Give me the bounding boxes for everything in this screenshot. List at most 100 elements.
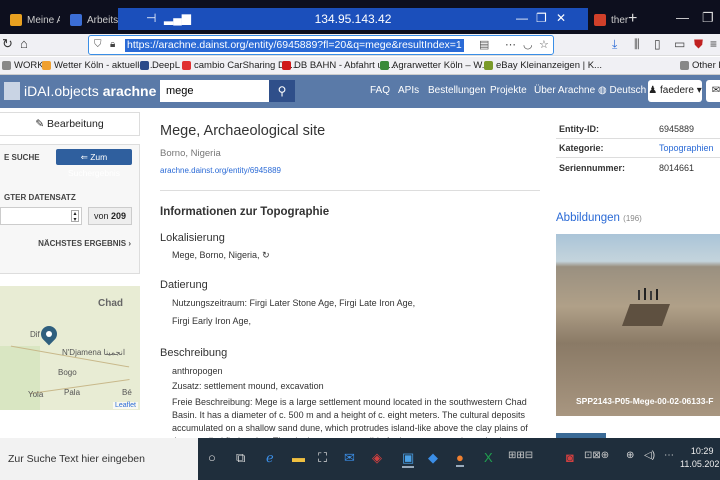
bookmark-ebay[interactable]: eBay Kleinanzeigen | K... — [484, 60, 602, 71]
tab-favicon-icon — [594, 14, 606, 26]
nav-apis[interactable]: APIs — [398, 85, 419, 96]
explorer-icon[interactable]: ▬ — [292, 450, 305, 465]
app-icon[interactable]: ◈ — [372, 450, 382, 466]
minimize-window-icon[interactable]: — — [676, 10, 689, 25]
tray-icons[interactable]: ⊞⊞⊟ — [508, 450, 533, 461]
nav-projekte[interactable]: Projekte — [490, 85, 527, 96]
folder-icon — [680, 61, 689, 70]
site-search-input[interactable] — [160, 80, 269, 102]
pocket-icon[interactable]: ◡ — [523, 38, 533, 51]
site-logo[interactable]: iDAI.objects arachne — [4, 82, 156, 100]
location-subtitle: Borno, Nigeria — [160, 148, 221, 159]
bookmark-agrarwetter[interactable]: Agrarwetter Köln – W... — [380, 60, 490, 71]
address-bar[interactable]: ⛉ 🔒︎ https://arachne.dainst.org/entity/6… — [88, 35, 554, 55]
lokalisierung-value: Mege, Borno, Nigeria, ↻ — [172, 250, 270, 260]
globe-icon: ◍ — [598, 85, 610, 96]
browser-nav-bar: ↻ ⌂ ⛉ 🔒︎ https://arachne.dainst.org/enti… — [0, 34, 720, 56]
cortana-icon[interactable]: ○ — [208, 450, 216, 465]
task-view-icon[interactable]: ⧉ — [236, 450, 245, 466]
taskbar-search-input[interactable]: Zur Suche Text hier eingeben — [0, 438, 198, 480]
bookmark-db-bahn[interactable]: DB BAHN - Abfahrt un... — [282, 60, 396, 71]
reload-icon[interactable]: ↻ — [2, 36, 13, 52]
map-marker-icon[interactable] — [37, 322, 61, 346]
remote-desktop-icon[interactable]: ▣ — [402, 450, 415, 468]
folder-icon — [2, 61, 11, 70]
library-icon[interactable]: ⫼ — [634, 37, 640, 52]
close-remote-icon[interactable]: ✕ — [556, 11, 566, 25]
external-link-icon[interactable]: ↻ — [262, 250, 270, 260]
left-sidebar: ✎ Bearbeitung E SUCHE ⇐ Zum Suchergebnis… — [0, 108, 140, 438]
restore-remote-icon[interactable]: ❐ — [536, 11, 547, 25]
browser-tab-strip: Meine A Arbeitsz ⊣ ▂▄▆ 134.95.143.42 — ❐… — [0, 0, 720, 34]
mail-app-icon[interactable]: ✉ — [344, 450, 355, 466]
deepl-icon — [140, 61, 149, 70]
nav-bestellungen[interactable]: Bestellungen — [428, 85, 486, 96]
naechstes-ergebnis-link[interactable]: NÄCHSTES ERGEBNIS › — [38, 239, 131, 248]
user-menu-button[interactable]: ♟ faedere ▾ — [648, 80, 702, 102]
extension-shield-icon[interactable]: ⛊ — [694, 37, 703, 52]
edge-icon[interactable]: ℯ — [266, 450, 274, 466]
maximize-window-icon[interactable]: ❐ — [702, 10, 714, 26]
nav-language[interactable]: ◍ Deutsch — [598, 85, 646, 96]
chevron-right-icon: › — [128, 239, 131, 248]
pencil-icon: ✎ — [35, 118, 48, 130]
result-total: von 209 — [88, 207, 132, 225]
suche-label: E SUCHE — [4, 153, 40, 162]
taskbar-clock[interactable]: 10:29 11.05.2021 — [680, 445, 720, 471]
nav-faq[interactable]: FAQ — [370, 85, 390, 96]
tray-icons[interactable]: ⊡⊠⊕ — [584, 450, 609, 461]
result-index-input[interactable]: ▴ ▾ — [0, 207, 82, 225]
bookmark-star-icon[interactable]: ☆ — [539, 38, 549, 51]
url-text[interactable]: https://arachne.dainst.org/entity/694588… — [125, 39, 464, 52]
entity-permalink[interactable]: arachne.dainst.org/entity/6945889 — [160, 166, 281, 175]
browser-tab-arbeitszeit[interactable]: Arbeitsz — [64, 8, 118, 32]
search-icon[interactable]: ⚲ — [269, 80, 295, 102]
download-icon[interactable]: ⤓ — [612, 37, 617, 52]
nav-ueber-arachne[interactable]: Über Arachne — [534, 85, 595, 96]
bearbeitung-button[interactable]: ✎ Bearbeitung — [0, 112, 140, 136]
kategorie-link[interactable]: Topographien — [659, 143, 714, 153]
map-attribution[interactable]: Leaflet — [112, 402, 138, 409]
mail-icon[interactable]: ✉ — [706, 80, 720, 102]
minimize-remote-icon[interactable]: — — [516, 11, 528, 25]
excel-icon[interactable]: X — [484, 450, 493, 465]
container-icon[interactable]: ▭ — [674, 37, 685, 51]
divider — [556, 138, 720, 139]
page-actions-icon[interactable]: ⋯ — [505, 38, 516, 51]
bookmark-deepl[interactable]: DeepL — [140, 60, 180, 71]
sidebar-icon[interactable]: ▯ — [654, 37, 661, 51]
firefox-icon[interactable]: ● — [456, 450, 464, 467]
reader-mode-icon[interactable]: ▤ — [479, 38, 489, 51]
zum-suchergebnis-button[interactable]: ⇐ Zum Suchergebnis — [56, 149, 132, 178]
location-map[interactable]: Chad Dif N'Djamena انجمينا Bogo Yola Pal… — [0, 286, 140, 410]
abbildungen-heading[interactable]: Abbildungen (196) — [556, 212, 642, 224]
language-icon[interactable]: ⋯ — [664, 450, 674, 461]
tray-app-icon[interactable]: ◙ — [566, 450, 574, 465]
menu-icon[interactable]: ≡ — [710, 37, 717, 51]
search-navigation-panel: E SUCHE ⇐ Zum Suchergebnis GTER DATENSAT… — [0, 144, 140, 274]
page-title: Mege, Archaeological site — [160, 123, 326, 139]
tab-favicon-icon — [10, 14, 22, 26]
browser-tab-meine[interactable]: Meine A — [4, 8, 60, 32]
datierung-value-1: Nutzungszeitraum: Firgi Later Stone Age,… — [172, 298, 416, 308]
bookmark-wetter[interactable]: Wetter Köln - aktuelle ... — [42, 60, 155, 71]
remote-session-bar: ⊣ ▂▄▆ 134.95.143.42 — ❐ ✕ — [118, 8, 588, 30]
map-label-pala: Pala — [64, 388, 81, 397]
home-icon[interactable]: ⌂ — [20, 36, 28, 51]
divider — [160, 190, 540, 191]
bookmark-other[interactable]: Other Bo — [680, 60, 720, 71]
lock-icon[interactable]: 🔒︎ — [110, 39, 115, 50]
shield-icon[interactable]: ⛉ — [94, 39, 102, 50]
volume-icon[interactable]: ◁) — [644, 450, 655, 461]
dropbox-icon[interactable]: ◆ — [428, 450, 438, 466]
bookmark-cambio[interactable]: cambio CarSharing De... — [182, 60, 298, 71]
spinner-icon[interactable]: ▴ ▾ — [71, 210, 79, 223]
store-icon[interactable]: ⛶ — [318, 450, 327, 466]
new-tab-icon[interactable]: + — [628, 10, 637, 28]
bookmark-work[interactable]: WORK — [2, 60, 44, 71]
browser-tab-thermo[interactable]: thermo — [588, 8, 628, 32]
map-label-dif: Dif — [30, 330, 40, 339]
site-photo[interactable]: SPP2143-P05-Mege-00-02-06133-F — [556, 234, 720, 416]
beschreibung-value-1: anthropogen — [172, 366, 223, 376]
network-icon[interactable]: ⊕ — [626, 450, 634, 461]
